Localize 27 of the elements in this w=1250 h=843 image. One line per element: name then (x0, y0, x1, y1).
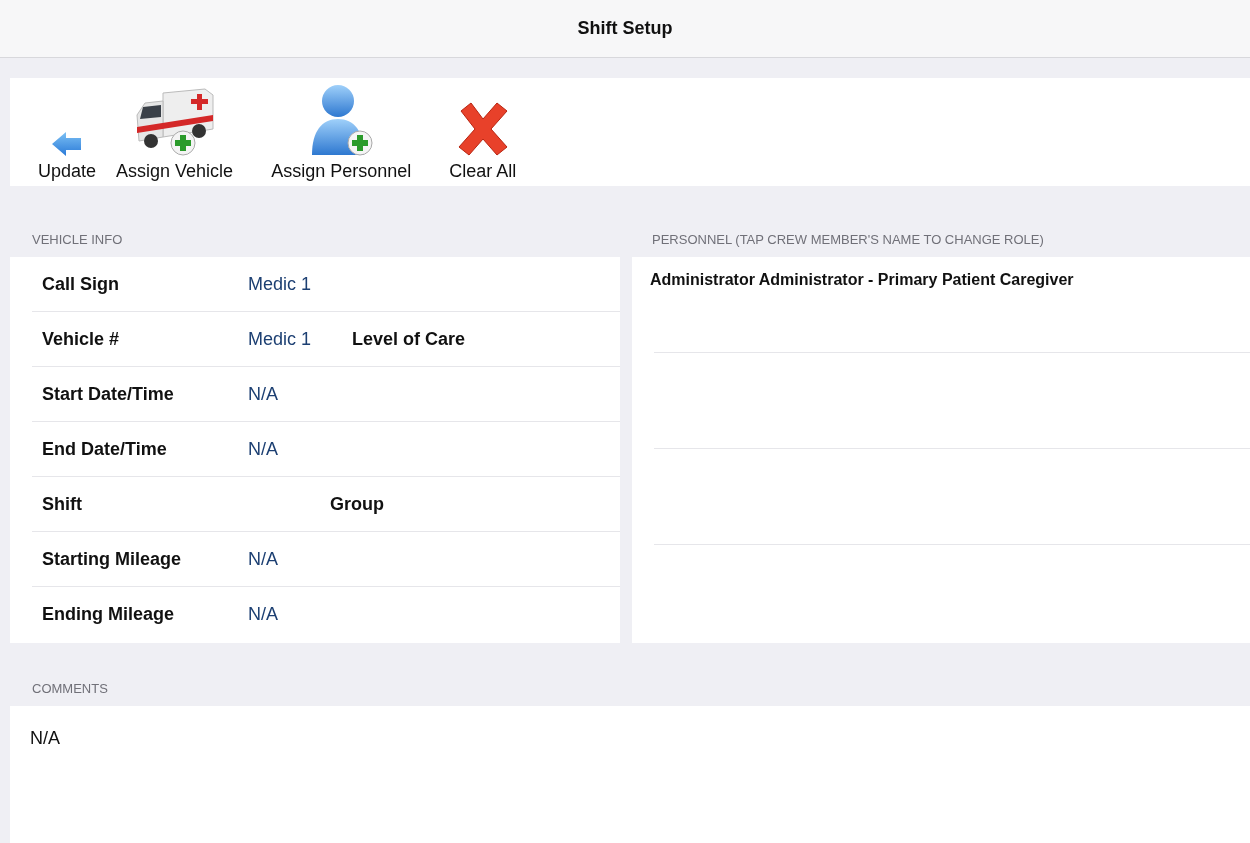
field-label: Call Sign (41, 273, 120, 295)
left-arrow-icon (50, 129, 84, 159)
toolbar-button[interactable]: Assign Vehicle (106, 78, 244, 186)
field-value[interactable]: N/A (248, 548, 352, 570)
window-title: Shift Setup (577, 18, 673, 39)
field-value[interactable]: N/A (248, 438, 352, 460)
section-heading: PERSONNEL (TAP CREW MEMBER'S NAME TO CHANGE ROLE) (651, 231, 1045, 249)
field-label: Ending Mileage (41, 604, 175, 625)
field-value[interactable]: Medic 1 (248, 328, 352, 350)
section-heading: VEHICLE INFO (31, 231, 124, 249)
toolbar-button[interactable]: Clear All (439, 78, 527, 186)
field-label: Start Date/Time (41, 383, 175, 405)
comments-text: N/A (30, 728, 60, 748)
field-value[interactable]: Medic 1 (248, 273, 352, 295)
field-value[interactable]: N/A (248, 604, 352, 625)
crew-member[interactable]: Administrator Administrator - Primary Patient Caregiver (650, 271, 1074, 288)
toolbar-button[interactable]: Assign Personnel (261, 78, 422, 186)
field-value[interactable]: N/A (248, 383, 352, 405)
field-label: Shift (41, 493, 83, 515)
section-heading: COMMENTS (31, 680, 109, 698)
field-label: Starting Mileage (41, 548, 183, 570)
field-label: Group (330, 493, 384, 515)
field-label: Level of Care (352, 328, 466, 350)
field-label: End Date/Time (41, 438, 168, 460)
field-label: Vehicle # (41, 328, 121, 350)
comments-box[interactable]: N/A (10, 706, 1250, 843)
toolbar-button[interactable]: Update (38, 78, 107, 186)
